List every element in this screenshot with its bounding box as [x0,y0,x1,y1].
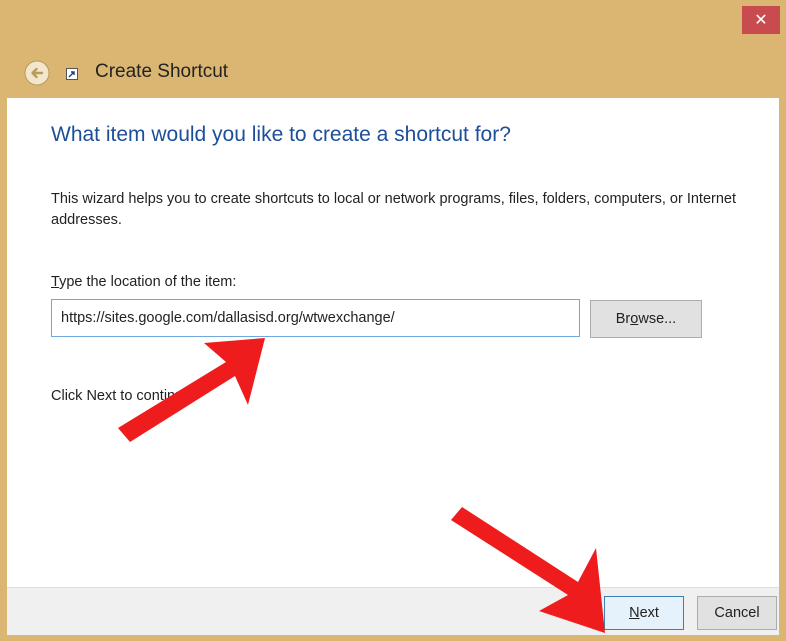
window-title: Create Shortcut [95,61,229,82]
wizard-titlebar: Create Shortcut [0,48,786,98]
next-button-mnemonic: N [629,605,640,621]
location-input[interactable] [51,299,580,337]
back-arrow-icon [24,60,50,86]
next-button[interactable]: Next [604,596,684,630]
location-label: Type the location of the item: [51,274,236,290]
close-icon: ✕ [754,12,768,29]
wizard-content: What item would you like to create a sho… [7,98,779,635]
create-shortcut-window: ✕ Create Shortcut What item would you li… [0,0,786,641]
location-label-text: ype the location of the item: [59,274,237,290]
wizard-description: This wizard helps you to create shortcut… [51,191,737,228]
close-button[interactable]: ✕ [742,6,780,34]
browse-button-text-pre: Br [615,311,631,327]
continue-hint: Click Next to continue. [51,388,196,404]
browse-button[interactable]: Br o wse... [590,300,702,338]
shortcut-icon [66,67,78,80]
back-button[interactable] [24,60,50,86]
location-label-mnemonic: T [51,274,60,290]
wizard-heading: What item would you like to create a sho… [51,123,511,146]
browse-button-text-post: wse... [638,311,677,327]
next-button-text: ext [639,605,659,621]
cancel-button[interactable]: Cancel [697,596,777,630]
